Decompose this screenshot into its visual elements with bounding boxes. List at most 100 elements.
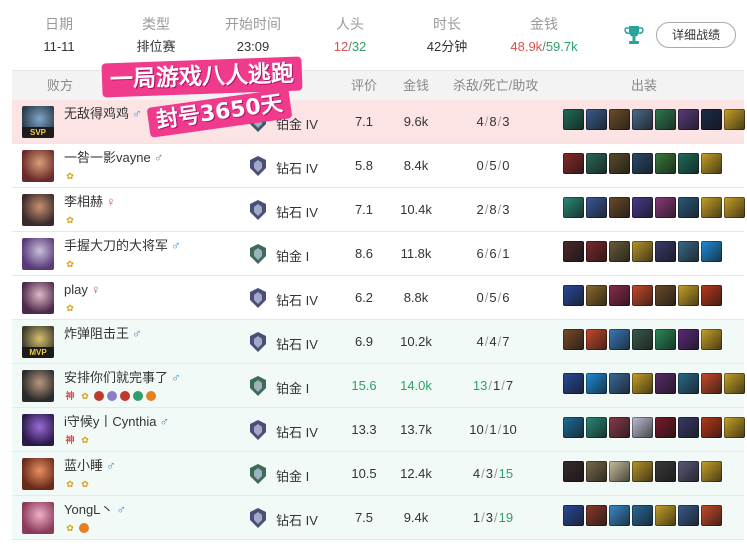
item-icon[interactable] <box>632 461 653 482</box>
player-name-text[interactable]: 一咎一影vayne <box>64 150 151 165</box>
item-icon[interactable] <box>632 373 653 394</box>
item-icon[interactable] <box>609 285 630 306</box>
player-name[interactable]: 手握大刀的大将军 ♂ <box>64 238 181 254</box>
player-name-text[interactable]: YongL丶 <box>64 502 113 517</box>
item-icon[interactable] <box>701 285 722 306</box>
player-row[interactable]: SVP 无敌得鸡鸡 ♂ 铂金 IV 7.1 9.6k 4/8/3 <box>12 100 745 144</box>
player-row[interactable]: MVP 炸弹阻击王 ♂ 钻石 IV 6.9 10.2k 4/4/7 <box>12 320 744 364</box>
item-icon[interactable] <box>609 109 630 130</box>
champion-avatar[interactable] <box>22 370 54 402</box>
item-icon[interactable] <box>701 417 722 438</box>
item-icon[interactable] <box>724 373 745 394</box>
trophy-icon[interactable] <box>623 23 645 47</box>
player-name-text[interactable]: 蓝小睡 <box>64 458 103 473</box>
item-icon[interactable] <box>609 505 630 526</box>
item-icon[interactable] <box>586 197 607 218</box>
player-name[interactable]: 安排你们就完事了 ♂ <box>64 370 181 386</box>
item-icon[interactable] <box>609 329 630 350</box>
champion-avatar[interactable]: MVP <box>22 326 54 358</box>
item-icon[interactable] <box>678 373 699 394</box>
item-icon[interactable] <box>678 241 699 262</box>
player-name[interactable]: play ♀ <box>64 282 101 298</box>
champion-avatar[interactable] <box>22 458 54 490</box>
item-icon[interactable] <box>563 505 584 526</box>
player-name-text[interactable]: i守候y丨Cynthia <box>64 414 156 429</box>
item-icon[interactable] <box>678 417 699 438</box>
champion-avatar[interactable] <box>22 282 54 314</box>
item-icon[interactable] <box>609 373 630 394</box>
item-icon[interactable] <box>563 153 584 174</box>
item-icon[interactable] <box>724 417 745 438</box>
item-icon[interactable] <box>609 197 630 218</box>
item-icon[interactable] <box>609 417 630 438</box>
player-name[interactable]: YongL丶 ♂ <box>64 502 126 518</box>
champion-avatar[interactable] <box>22 194 54 226</box>
player-name[interactable]: 李相赫 ♀ <box>64 194 116 210</box>
item-icon[interactable] <box>632 285 653 306</box>
player-row[interactable]: 手握大刀的大将军 ♂ ✿ 铂金 I 8.6 11.8k 6/6/1 <box>12 232 744 276</box>
player-name-text[interactable]: 李相赫 <box>64 194 103 209</box>
item-icon[interactable] <box>563 461 584 482</box>
item-icon[interactable] <box>632 197 653 218</box>
champion-avatar[interactable] <box>22 238 54 270</box>
champion-avatar[interactable] <box>22 150 54 182</box>
item-icon[interactable] <box>701 109 722 130</box>
item-icon[interactable] <box>563 373 584 394</box>
player-name-text[interactable]: 炸弹阻击王 <box>64 326 129 341</box>
item-icon[interactable] <box>655 241 676 262</box>
item-icon[interactable] <box>632 241 653 262</box>
item-icon[interactable] <box>701 373 722 394</box>
player-name[interactable]: i守候y丨Cynthia ♂ <box>64 414 169 430</box>
player-name-text[interactable]: 手握大刀的大将军 <box>64 238 168 253</box>
item-icon[interactable] <box>632 505 653 526</box>
player-row[interactable]: 蓝小睡 ♂ ✿ ✿ 铂金 I 10.5 12.4k 4/3/15 <box>12 452 744 496</box>
item-icon[interactable] <box>655 329 676 350</box>
item-icon[interactable] <box>678 153 699 174</box>
item-icon[interactable] <box>586 505 607 526</box>
item-icon[interactable] <box>563 285 584 306</box>
item-icon[interactable] <box>586 417 607 438</box>
item-icon[interactable] <box>655 505 676 526</box>
item-icon[interactable] <box>563 329 584 350</box>
item-icon[interactable] <box>609 461 630 482</box>
detail-record-button[interactable]: 详细战绩 <box>656 22 736 48</box>
item-icon[interactable] <box>586 285 607 306</box>
item-icon[interactable] <box>678 329 699 350</box>
item-icon[interactable] <box>701 329 722 350</box>
player-row[interactable]: 李相赫 ♀ ✿ 钻石 IV 7.1 10.4k 2/8/3 <box>12 188 745 232</box>
item-icon[interactable] <box>586 329 607 350</box>
item-icon[interactable] <box>563 417 584 438</box>
item-icon[interactable] <box>655 373 676 394</box>
player-row[interactable]: i守候y丨Cynthia ♂ 神 ✿ 钻石 IV 13.3 13.7k 10/1/10 <box>12 408 745 452</box>
item-icon[interactable] <box>655 285 676 306</box>
item-icon[interactable] <box>724 109 745 130</box>
player-row[interactable]: YongL丶 ♂ ✿ 钻石 IV 7.5 9.4k 1/3/19 <box>12 496 744 540</box>
item-icon[interactable] <box>563 197 584 218</box>
champion-avatar[interactable] <box>22 414 54 446</box>
player-name-text[interactable]: 无敌得鸡鸡 <box>64 106 129 121</box>
item-icon[interactable] <box>655 153 676 174</box>
player-name[interactable]: 无敌得鸡鸡 ♂ <box>64 106 142 122</box>
item-icon[interactable] <box>724 197 745 218</box>
item-icon[interactable] <box>678 285 699 306</box>
item-icon[interactable] <box>586 241 607 262</box>
item-icon[interactable] <box>655 109 676 130</box>
item-icon[interactable] <box>678 109 699 130</box>
item-icon[interactable] <box>609 153 630 174</box>
item-icon[interactable] <box>632 417 653 438</box>
item-icon[interactable] <box>678 461 699 482</box>
item-icon[interactable] <box>563 241 584 262</box>
item-icon[interactable] <box>678 505 699 526</box>
item-icon[interactable] <box>586 373 607 394</box>
item-icon[interactable] <box>563 109 584 130</box>
item-icon[interactable] <box>632 109 653 130</box>
item-icon[interactable] <box>609 241 630 262</box>
player-row[interactable]: 安排你们就完事了 ♂ 神 ✿ 铂金 I 15.6 14.0k 13/1/7 <box>12 364 745 408</box>
player-name[interactable]: 炸弹阻击王 ♂ <box>64 326 142 342</box>
item-icon[interactable] <box>655 417 676 438</box>
player-name[interactable]: 蓝小睡 ♂ <box>64 458 116 474</box>
item-icon[interactable] <box>632 329 653 350</box>
item-icon[interactable] <box>701 241 722 262</box>
item-icon[interactable] <box>701 197 722 218</box>
item-icon[interactable] <box>586 153 607 174</box>
